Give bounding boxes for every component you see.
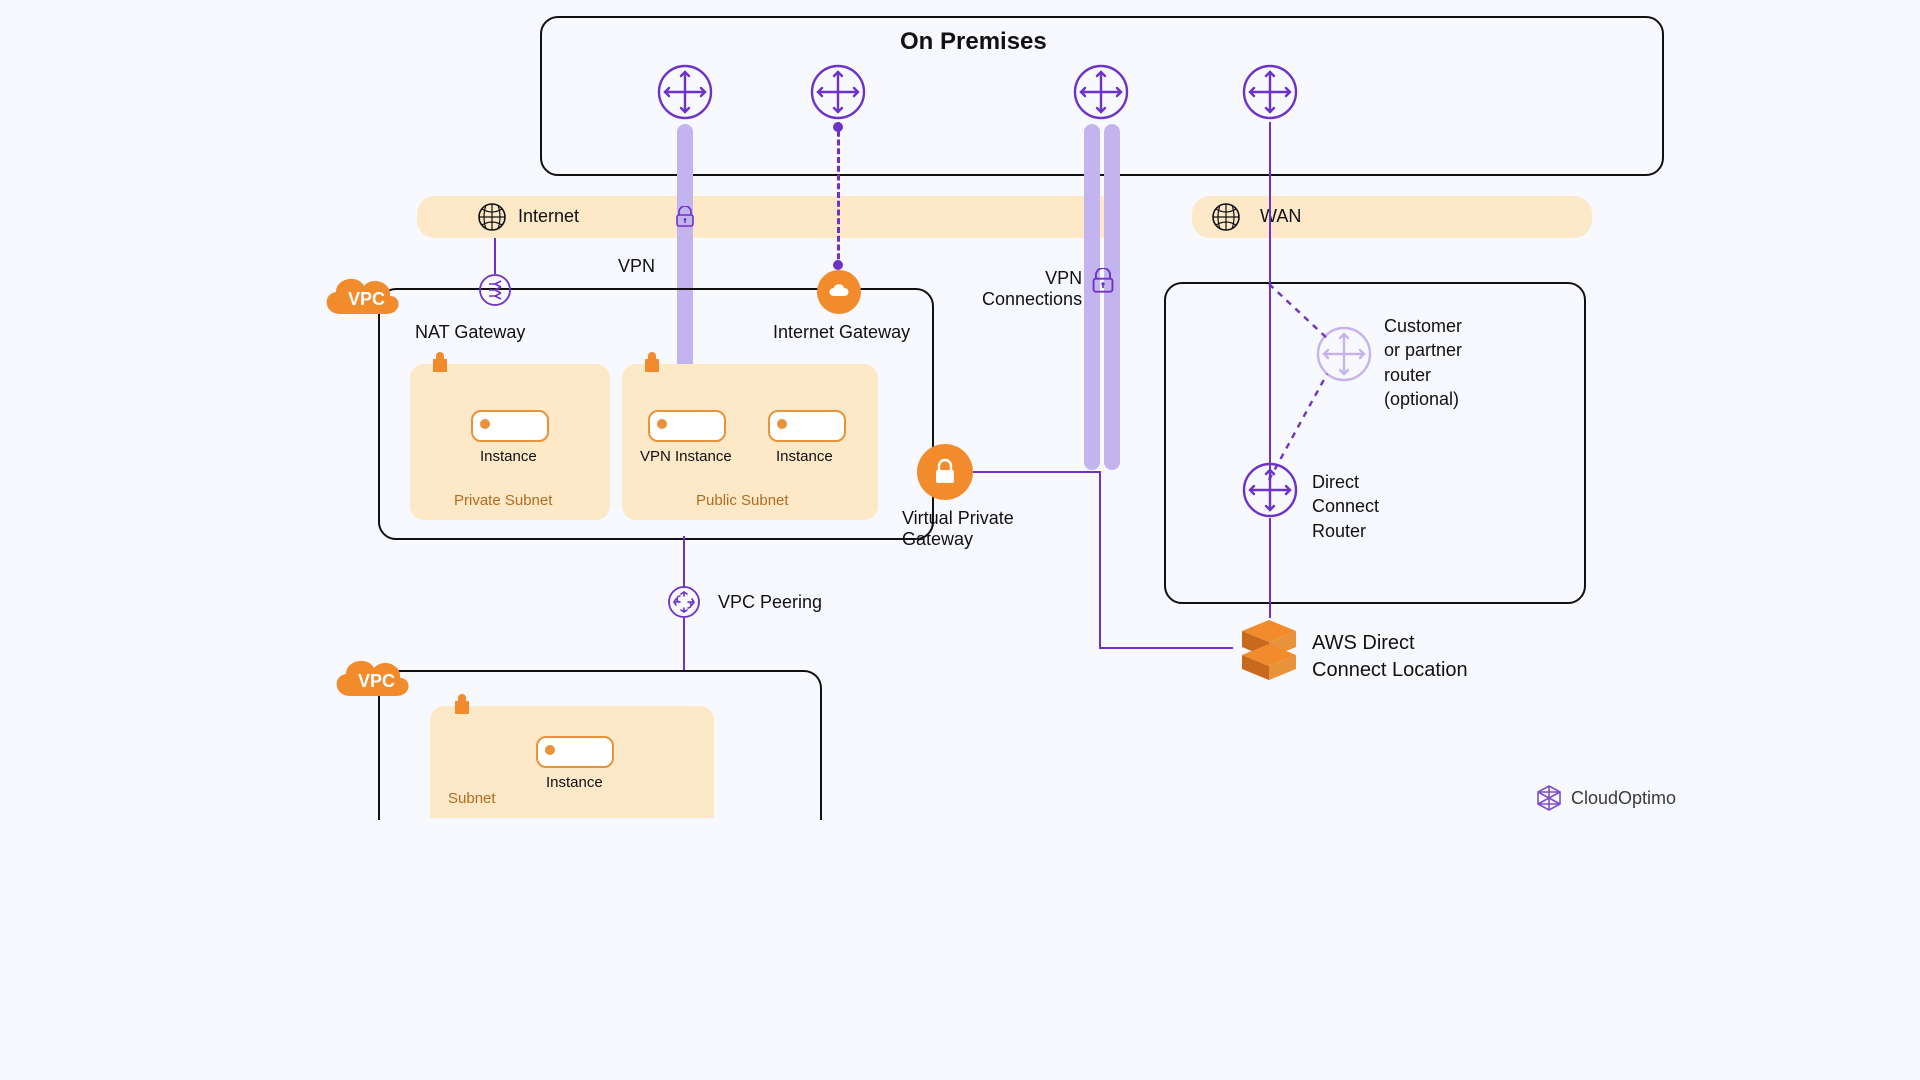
- vpn-label: VPN: [618, 256, 655, 277]
- vpg-to-vpn-link: [973, 471, 1101, 473]
- subnet-bag-icon: [452, 694, 472, 716]
- lock-icon: [1090, 268, 1116, 294]
- internet-gateway-label: Internet Gateway: [773, 322, 910, 343]
- direct-connect-location-label: AWS Direct Connect Location: [1312, 630, 1468, 684]
- lock-icon: [674, 206, 696, 228]
- brand-logo: CloudOptimo: [1535, 784, 1676, 812]
- nat-gateway-label: NAT Gateway: [415, 322, 525, 343]
- direct-connect-location-icon: [1234, 614, 1304, 684]
- direct-connect-box: [1164, 282, 1586, 604]
- router-icon: [1073, 64, 1129, 120]
- private-subnet-label: Private Subnet: [454, 492, 552, 509]
- dot-endpoint: [833, 122, 843, 132]
- dot-endpoint: [833, 260, 843, 270]
- vpc-cloud-icon: VPC: [318, 268, 404, 324]
- instance-node: [536, 736, 614, 768]
- svg-text:VPC: VPC: [358, 671, 395, 691]
- subnet-label: Subnet: [448, 790, 496, 807]
- vpg-to-dc-link: [1099, 471, 1101, 649]
- vpc-cloud-icon: VPC: [328, 650, 414, 706]
- brand-text: CloudOptimo: [1571, 788, 1676, 809]
- router-icon: [657, 64, 713, 120]
- vpn-connections-tunnel: [1084, 124, 1100, 470]
- dashed-link: [837, 122, 840, 268]
- dc-router-link: [1269, 518, 1271, 618]
- globe-icon: [1210, 201, 1242, 233]
- direct-connect-router-icon: [1242, 462, 1298, 518]
- direct-connect-router-label: Direct Connect Router: [1312, 470, 1379, 543]
- customer-router-label: Customer or partner router (optional): [1384, 314, 1462, 411]
- instance-label: Instance: [546, 774, 603, 791]
- wan-label: WAN: [1260, 206, 1301, 227]
- svg-text:VPC: VPC: [348, 289, 385, 309]
- dashed-diagonal: [1269, 284, 1349, 484]
- vpn-instance-node: [648, 410, 726, 442]
- nat-link: [494, 238, 496, 274]
- globe-icon: [476, 201, 508, 233]
- subnet-bag-icon: [642, 352, 662, 374]
- vpc-peering-link: [683, 536, 685, 588]
- vpn-connections-label: VPN Connections: [982, 268, 1082, 310]
- virtual-private-gateway-icon: [917, 444, 973, 500]
- instance-node: [768, 410, 846, 442]
- instance-label: Instance: [776, 448, 833, 465]
- on-premises-title: On Premises: [900, 28, 1047, 56]
- subnet-bag-icon: [430, 352, 450, 374]
- internet-gateway-icon: [817, 270, 861, 314]
- vpg-label: Virtual Private Gateway: [902, 508, 1014, 550]
- instance-node: [471, 410, 549, 442]
- public-subnet-label: Public Subnet: [696, 492, 789, 509]
- internet-label: Internet: [518, 206, 579, 227]
- vpc-peering-label: VPC Peering: [718, 592, 822, 613]
- instance-label: Instance: [480, 448, 537, 465]
- vpc-peering-link: [683, 618, 685, 672]
- vpc-peering-icon: [668, 586, 700, 618]
- vpn-connections-tunnel: [1104, 124, 1120, 470]
- nat-gateway-icon: [479, 274, 511, 306]
- router-icon: [810, 64, 866, 120]
- vpg-to-dc-link: [1099, 647, 1233, 649]
- wan-band: [1192, 196, 1592, 238]
- router-icon: [1242, 64, 1298, 120]
- vpn-instance-label: VPN Instance: [640, 448, 732, 465]
